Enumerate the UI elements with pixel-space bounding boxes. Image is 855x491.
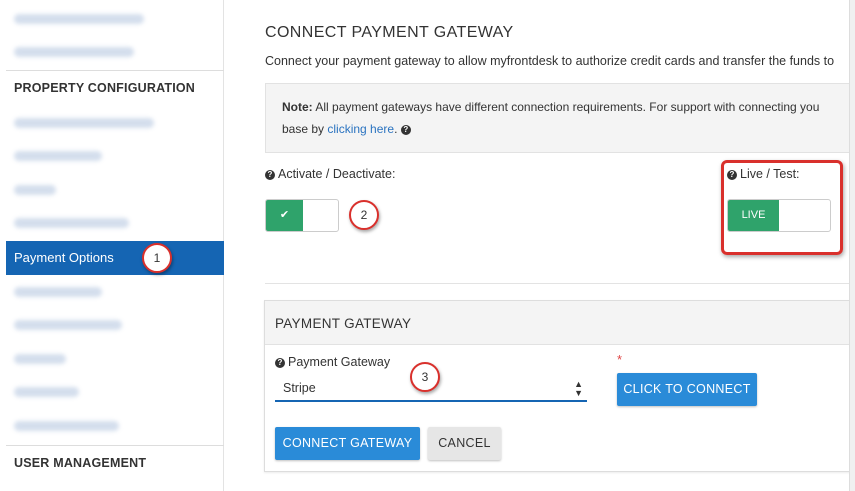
sidebar-divider [6, 70, 224, 71]
payment-gateway-label: Payment Gateway [288, 355, 391, 369]
sidebar-divider [6, 445, 224, 446]
note-label: Note: [282, 100, 313, 114]
callout-1: 1 [142, 243, 172, 273]
note-period: . [394, 122, 398, 136]
sidebar-item-payment-options[interactable]: Payment Options [6, 241, 224, 275]
note-box: Note: All payment gateways have differen… [265, 83, 855, 153]
activate-label: Activate / Deactivate: [278, 167, 396, 181]
connect-gateway-button[interactable]: CONNECT GATEWAY [275, 427, 420, 460]
payment-gateway-label-row: ? Payment Gateway [275, 355, 390, 369]
sidebar-section-property-configuration: PROPERTY CONFIGURATION [14, 81, 196, 95]
sidebar: PROPERTY CONFIGURATION Payment Options U… [6, 0, 224, 491]
main-content: CONNECT PAYMENT GATEWAY Connect your pay… [225, 0, 855, 491]
blurred-menu-item[interactable] [14, 14, 144, 24]
question-icon: ? [275, 358, 285, 368]
page-description: Connect your payment gateway to allow my… [265, 54, 835, 68]
live-test-highlight [721, 160, 843, 255]
activate-label-row: ? Activate / Deactivate: [265, 167, 395, 181]
blurred-menu-item[interactable] [14, 151, 102, 161]
help-link[interactable]: clicking here [327, 122, 394, 136]
note-text: All payment gateways have different conn… [315, 100, 820, 114]
blurred-menu-item[interactable] [14, 354, 66, 364]
check-icon: ✔ [266, 200, 303, 231]
blurred-menu-item[interactable] [14, 47, 134, 57]
click-to-connect-button[interactable]: CLICK TO CONNECT [617, 373, 757, 406]
blurred-menu-item[interactable] [14, 320, 122, 330]
question-icon: ? [400, 125, 411, 135]
window-right-edge [849, 0, 855, 491]
select-arrows-icon: ▲ ▼ [574, 379, 583, 398]
blurred-menu-item[interactable] [14, 387, 79, 397]
blurred-menu-item[interactable] [14, 287, 102, 297]
callout-3: 3 [410, 362, 440, 392]
callout-2: 2 [349, 200, 379, 230]
blurred-menu-item[interactable] [14, 185, 56, 195]
selected-gateway: Stripe [283, 381, 316, 395]
activate-toggle[interactable]: ✔ [265, 199, 339, 232]
cancel-button[interactable]: CANCEL [428, 427, 501, 460]
question-icon: ? [265, 170, 275, 180]
required-mark: * [617, 352, 623, 367]
blurred-menu-item[interactable] [14, 118, 154, 128]
page-title: CONNECT PAYMENT GATEWAY [265, 24, 514, 41]
blurred-menu-item[interactable] [14, 218, 129, 228]
blurred-menu-item[interactable] [14, 421, 119, 431]
sidebar-section-user-management: USER MANAGEMENT [14, 456, 147, 470]
section-divider [265, 283, 855, 284]
panel-heading: PAYMENT GATEWAY [265, 301, 854, 345]
note-text-2: base by [282, 122, 325, 136]
